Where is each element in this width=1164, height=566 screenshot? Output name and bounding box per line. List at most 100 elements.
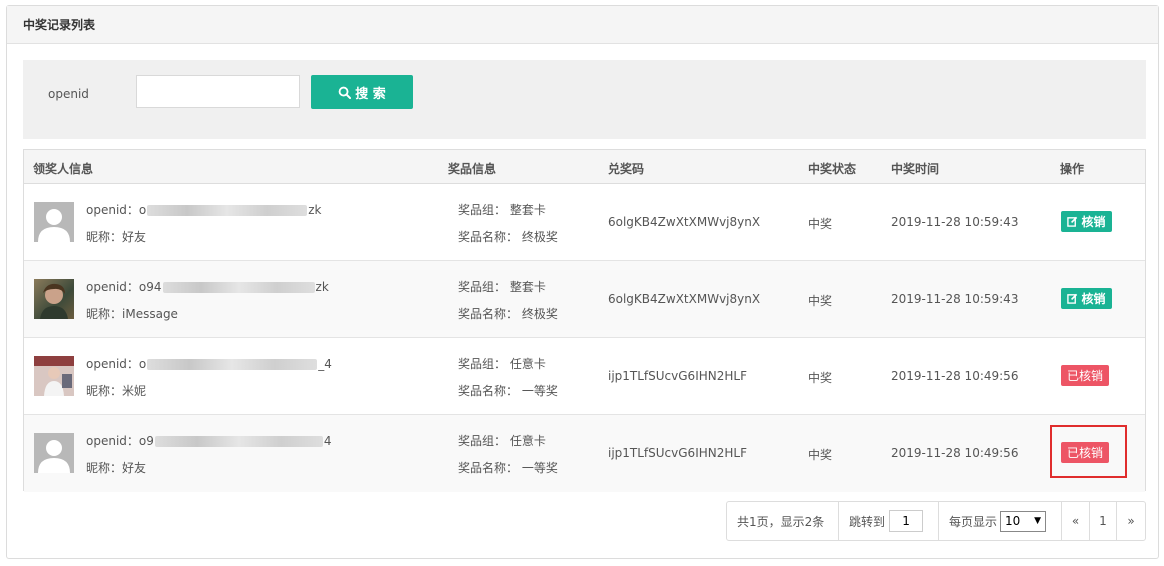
prize-name-label: 奖品名称： — [458, 230, 519, 244]
nickname-label: 昵称： — [86, 230, 123, 244]
prize-group-value: 整套卡 — [509, 280, 546, 294]
winning-records-panel: 中奖记录列表 openid 搜 索 领奖人信息 奖品信息 兑奖码 中奖状态 中奖… — [6, 5, 1159, 559]
jump-to-page: 跳转到 — [839, 502, 939, 540]
table-row: openid：o9 4 昵称：好友 奖品组： 任意卡 奖品名称： 一等奖 ijp1… — [24, 415, 1145, 492]
prize-group-cell: 奖品组： 整套卡 — [458, 201, 546, 218]
prize-name-label: 奖品名称： — [458, 461, 519, 475]
nickname-value: 好友 — [122, 230, 147, 244]
prize-name-value: 一等奖 — [521, 461, 558, 475]
prize-group-label: 奖品组： — [458, 203, 507, 217]
prize-group-value: 整套卡 — [509, 203, 546, 217]
redeem-code: 6olgKB4ZwXtXMWvj8ynX — [608, 215, 761, 229]
jump-page-input[interactable] — [889, 510, 924, 532]
openid-label: openid — [48, 87, 89, 101]
prize-name-value: 终极奖 — [521, 230, 558, 244]
status-text: 中奖 — [808, 294, 833, 308]
verify-button-label: 核销 — [1081, 292, 1106, 306]
search-icon — [338, 86, 352, 99]
openid-cell: openid：o zk — [86, 201, 322, 218]
prize-group-cell: 奖品组： 整套卡 — [458, 278, 546, 295]
verify-button[interactable]: 核销 — [1061, 211, 1112, 232]
page-number-button[interactable]: 1 — [1090, 502, 1117, 540]
status-text: 中奖 — [808, 371, 833, 385]
edit-icon — [1067, 293, 1078, 304]
page-summary: 共1页，显示2条 — [727, 502, 839, 540]
masked-openid — [147, 359, 318, 370]
per-page-control: 每页显示 10 ▼ — [939, 502, 1062, 540]
pagination: 共1页，显示2条 跳转到 每页显示 10 ▼ « 1 » — [726, 501, 1146, 541]
openid-label: openid： — [86, 280, 139, 294]
next-page-button[interactable]: » — [1117, 502, 1145, 540]
nickname-value: 好友 — [122, 461, 147, 475]
header-time: 中奖时间 — [891, 162, 940, 176]
openid-suffix: zk — [315, 280, 329, 294]
prize-group-cell: 奖品组： 任意卡 — [458, 355, 546, 372]
win-time: 2019-11-28 10:49:56 — [891, 369, 1019, 383]
header-prize-info: 奖品信息 — [448, 162, 497, 176]
prize-group-cell: 奖品组： 任意卡 — [458, 432, 546, 449]
edit-icon — [1067, 216, 1078, 227]
openid-search-input[interactable] — [136, 75, 300, 108]
openid-prefix: o94 — [138, 280, 162, 294]
prize-name-value: 一等奖 — [521, 384, 558, 398]
panel-title: 中奖记录列表 — [7, 6, 1158, 44]
masked-openid — [154, 436, 323, 447]
redeem-code: 6olgKB4ZwXtXMWvj8ynX — [608, 292, 761, 306]
verified-badge: 已核销 — [1061, 365, 1109, 386]
openid-prefix: o — [138, 357, 147, 371]
nickname-label: 昵称： — [86, 307, 123, 321]
search-button[interactable]: 搜 索 — [311, 75, 413, 109]
nickname-cell: 昵称：iMessage — [86, 305, 178, 322]
prize-name-cell: 奖品名称： 终极奖 — [458, 228, 558, 245]
prev-page-button[interactable]: « — [1062, 502, 1090, 540]
header-code: 兑奖码 — [608, 162, 645, 176]
redeem-code: ijp1TLfSUcvG6IHN2HLF — [608, 446, 747, 460]
openid-suffix: zk — [308, 203, 322, 217]
openid-suffix: _4 — [318, 357, 332, 371]
nickname-cell: 昵称：米妮 — [86, 382, 146, 399]
prize-name-label: 奖品名称： — [458, 384, 519, 398]
win-time: 2019-11-28 10:59:43 — [891, 292, 1019, 306]
dropdown-arrow-icon: ▼ — [1034, 516, 1042, 526]
openid-cell: openid：o9 4 — [86, 432, 332, 449]
search-button-label: 搜 索 — [355, 86, 386, 102]
nickname-label: 昵称： — [86, 461, 123, 475]
verify-button[interactable]: 核销 — [1061, 288, 1112, 309]
openid-suffix: 4 — [323, 434, 332, 448]
redeem-code: ijp1TLfSUcvG6IHN2HLF — [608, 369, 747, 383]
prize-name-cell: 奖品名称： 一等奖 — [458, 382, 558, 399]
prize-name-cell: 奖品名称： 一等奖 — [458, 459, 558, 476]
nickname-cell: 昵称：好友 — [86, 459, 146, 476]
table-header: 领奖人信息 奖品信息 兑奖码 中奖状态 中奖时间 操作 — [24, 150, 1145, 184]
prize-name-label: 奖品名称： — [458, 307, 519, 321]
jump-label: 跳转到 — [849, 514, 886, 529]
nickname-value: 米妮 — [122, 384, 147, 398]
prize-group-value: 任意卡 — [509, 357, 546, 371]
records-table: 领奖人信息 奖品信息 兑奖码 中奖状态 中奖时间 操作 openid：o zk 昵… — [23, 149, 1146, 492]
prize-group-label: 奖品组： — [458, 280, 507, 294]
search-bar: openid 搜 索 — [23, 60, 1146, 139]
verify-button-label: 核销 — [1081, 215, 1106, 229]
header-status: 中奖状态 — [808, 162, 857, 176]
user-photo-avatar — [34, 356, 74, 396]
masked-openid — [162, 282, 315, 293]
win-time: 2019-11-28 10:59:43 — [891, 215, 1019, 229]
verified-badge: 已核销 — [1061, 442, 1109, 463]
per-page-select[interactable]: 10 ▼ — [1000, 510, 1047, 532]
prize-group-value: 任意卡 — [509, 434, 546, 448]
table-row: openid：o94 zk 昵称：iMessage 奖品组： 整套卡 奖品名称： … — [24, 261, 1145, 338]
openid-prefix: o9 — [138, 434, 154, 448]
default-avatar-icon — [34, 202, 74, 242]
masked-openid — [147, 205, 308, 216]
nickname-value: iMessage — [122, 307, 178, 321]
openid-cell: openid：o94 zk — [86, 278, 329, 295]
table-row: openid：o zk 昵称：好友 奖品组： 整套卡 奖品名称： 终极奖 6olg… — [24, 184, 1145, 261]
table-row: openid：o _4 昵称：米妮 奖品组： 任意卡 奖品名称： 一等奖 ijp1… — [24, 338, 1145, 415]
nickname-label: 昵称： — [86, 384, 123, 398]
openid-label: openid： — [86, 203, 139, 217]
prize-name-cell: 奖品名称： 终极奖 — [458, 305, 558, 322]
openid-prefix: o — [138, 203, 147, 217]
header-winner-info: 领奖人信息 — [33, 162, 94, 176]
nickname-cell: 昵称：好友 — [86, 228, 146, 245]
user-photo-avatar — [34, 279, 74, 319]
